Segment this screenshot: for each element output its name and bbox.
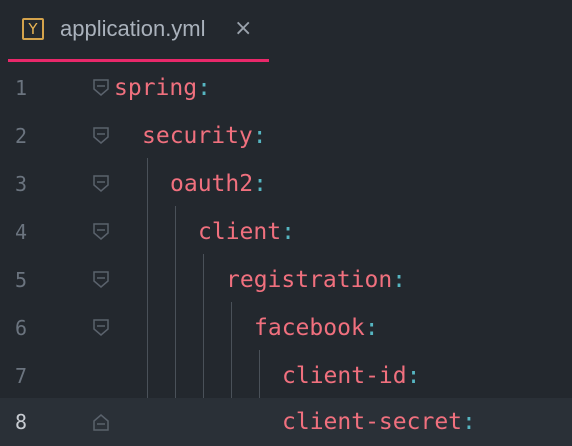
fold-arrow-icon[interactable] [92,127,110,145]
yaml-key: oauth2 [170,171,254,197]
code-line-7[interactable]: 7 client-id: [0,352,572,400]
line-number: 5 [14,268,28,292]
yaml-key: registration [226,267,393,293]
fold-arrow-icon[interactable] [92,175,110,193]
line-number: 6 [14,316,28,340]
fold-arrow-icon[interactable] [92,223,110,241]
yaml-colon: : [392,267,407,293]
fold-arrow-icon[interactable] [92,319,110,337]
fold-end-icon[interactable] [92,413,110,431]
code-line-1[interactable]: 1 spring: [0,64,572,112]
line-number: 1 [14,76,28,100]
line-number: 8 [14,410,28,434]
code-line-5[interactable]: 5 registration: [0,256,572,304]
code-editor[interactable]: 1 spring: 2 security: 3 oauth2: 4 client… [0,62,572,446]
yaml-key: client [198,219,282,245]
yaml-key: facebook [254,315,365,341]
line-number: 4 [14,220,28,244]
code-line-2[interactable]: 2 security: [0,112,572,160]
code-line-4[interactable]: 4 client: [0,208,572,256]
tab-bar: Y application.yml × [0,0,572,62]
fold-arrow-icon[interactable] [92,271,110,289]
line-number: 7 [14,364,28,388]
close-icon[interactable]: × [234,14,252,44]
yaml-entry: client-id: [282,352,420,400]
code-line-6[interactable]: 6 facebook: [0,304,572,352]
yaml-entry: registration: [226,256,406,304]
yaml-key: security [142,123,253,149]
line-number: 2 [14,124,28,148]
tab-application-yml[interactable]: Y application.yml × [8,0,269,62]
tab-title: application.yml [60,16,206,41]
code-line-3[interactable]: 3 oauth2: [0,160,572,208]
yaml-colon: : [364,315,379,341]
fold-arrow-icon[interactable] [92,79,110,97]
yaml-entry: security: [142,112,267,160]
yaml-key: spring [114,75,198,101]
yaml-file-icon: Y [22,18,44,40]
yaml-colon: : [462,409,476,435]
yaml-entry: facebook: [254,304,379,352]
yaml-colon: : [406,363,421,389]
yaml-colon: : [197,75,211,101]
yaml-entry: spring: [114,64,211,112]
yaml-colon: : [253,171,267,197]
yaml-entry: client-secret: [282,398,476,446]
yaml-colon: : [252,123,267,149]
yaml-key: client-id [282,363,407,389]
yaml-entry: client: [198,208,295,256]
code-line-8[interactable]: 8 client-secret: [0,398,572,446]
yaml-colon: : [281,219,295,245]
line-number: 3 [14,172,28,196]
yaml-key: client-secret [282,409,463,435]
yaml-entry: oauth2: [170,160,267,208]
